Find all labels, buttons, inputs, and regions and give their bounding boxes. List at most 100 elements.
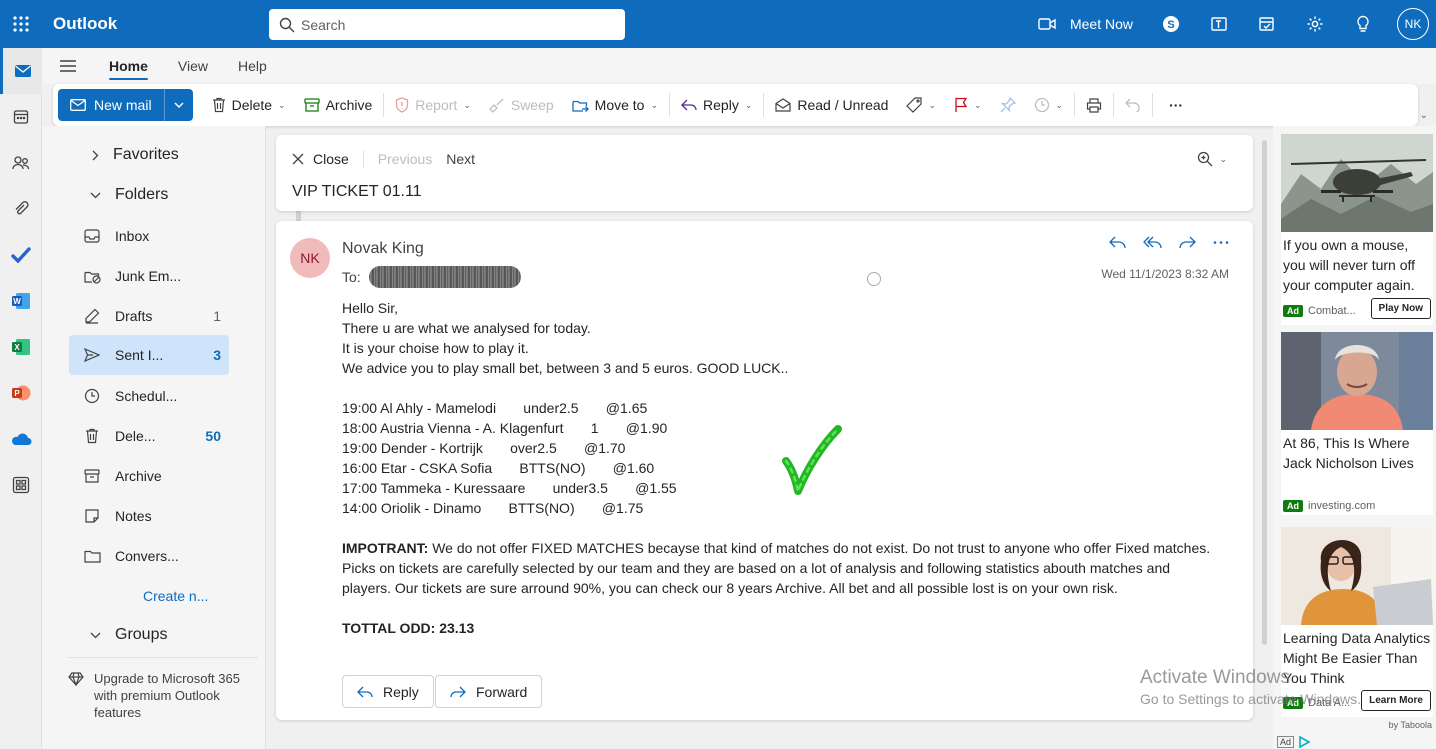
onedrive-cloud-icon[interactable] (0, 416, 42, 462)
forward-bottom-button[interactable]: Forward (435, 675, 543, 708)
reading-pane-scrollbar[interactable] (1262, 140, 1267, 645)
chevron-down-icon: ⌄ (463, 99, 471, 110)
sender-avatar[interactable]: NK (290, 238, 330, 278)
ad-card[interactable]: Learning Data Analytics Might Be Easier … (1281, 527, 1433, 717)
svg-text:P: P (14, 389, 20, 398)
divider (669, 93, 671, 117)
zoom-button[interactable]: ⌄ (1197, 151, 1227, 167)
word-icon[interactable]: W (0, 278, 42, 324)
chevron-down-icon (90, 192, 101, 198)
chevron-down-icon[interactable]: ⌄ (928, 100, 936, 111)
body-line (342, 518, 1222, 538)
user-avatar[interactable]: NK (1397, 8, 1429, 40)
expand-ribbon-chevron-icon[interactable]: ⌄ (1420, 110, 1428, 121)
move-to-button[interactable]: Move to ⌄ (563, 89, 667, 121)
people-icon[interactable] (0, 140, 42, 186)
settings-gear-icon[interactable] (1291, 0, 1339, 48)
search-icon (279, 17, 295, 32)
shield-icon (396, 97, 409, 113)
read-unread-button[interactable]: Read / Unread (766, 89, 897, 121)
search-input[interactable]: Search (301, 17, 345, 33)
tab-home[interactable]: Home (94, 48, 163, 84)
ad-choices[interactable]: Ad (1277, 736, 1311, 748)
app-launcher-icon[interactable] (0, 0, 42, 48)
categorize-button[interactable]: ⌄ (897, 89, 945, 121)
upgrade-banner[interactable]: Upgrade to Microsoft 365 with premium Ou… (68, 657, 258, 721)
folder-scheduled[interactable]: Schedul... (69, 376, 229, 416)
divider (1113, 93, 1115, 117)
skype-icon[interactable]: S (1147, 0, 1195, 48)
close-button[interactable]: Close (292, 151, 349, 167)
ad-card[interactable]: At 86, This Is Where Jack Nicholson Live… (1281, 332, 1433, 515)
ad-card[interactable]: If you own a mouse, you will never turn … (1281, 134, 1433, 325)
reply-arrow-icon (681, 99, 697, 111)
my-day-icon[interactable] (1243, 0, 1291, 48)
reply-icon[interactable] (1109, 236, 1126, 249)
undo-button[interactable] (1116, 89, 1150, 121)
mail-icon[interactable] (0, 48, 42, 94)
previous-button[interactable]: Previous (378, 151, 432, 167)
attachment-icon[interactable] (0, 186, 42, 232)
folder-deleted-items[interactable]: Dele... 50 (69, 416, 229, 456)
search-box[interactable]: Search (269, 9, 625, 40)
forward-icon[interactable] (1179, 236, 1196, 249)
groups-section[interactable]: Groups (90, 626, 167, 644)
chevron-down-icon[interactable]: ⌄ (650, 100, 658, 111)
new-mail-button[interactable]: New mail (58, 89, 165, 121)
reply-label: Reply (383, 683, 419, 700)
pin-button[interactable] (991, 89, 1025, 121)
ad-source: investing.com (1308, 500, 1376, 512)
sent-count: 3 (213, 347, 221, 363)
next-button[interactable]: Next (446, 151, 475, 167)
folder-conversation-history[interactable]: Convers... (69, 536, 229, 576)
meet-now-button[interactable]: Meet Now (1038, 16, 1133, 32)
powerpoint-icon[interactable]: P (0, 370, 42, 416)
sweep-button[interactable]: Sweep (480, 89, 563, 121)
trash-icon (212, 97, 225, 113)
ad-cta-button[interactable]: Play Now (1370, 298, 1431, 319)
app-title[interactable]: Outlook (53, 14, 117, 34)
todo-check-icon[interactable] (0, 232, 42, 278)
tips-lightbulb-icon[interactable] (1339, 0, 1387, 48)
favorites-section[interactable]: Favorites (92, 146, 179, 164)
folder-junk-email[interactable]: Junk Em... (69, 256, 229, 296)
more-options-icon[interactable] (1213, 236, 1229, 249)
print-button[interactable] (1077, 89, 1111, 121)
more-apps-icon[interactable] (0, 462, 42, 508)
delete-button[interactable]: Delete ⌄ (203, 89, 295, 121)
flag-button[interactable]: ⌄ (945, 89, 991, 121)
new-mail-dropdown-chevron-icon[interactable] (165, 89, 193, 121)
calendar-icon[interactable] (0, 94, 42, 140)
snooze-button[interactable]: ⌄ (1025, 89, 1073, 121)
folder-inbox[interactable]: Inbox (69, 216, 229, 256)
tab-view[interactable]: View (163, 48, 223, 84)
reply-all-icon[interactable] (1143, 236, 1162, 249)
sender-name[interactable]: Novak King (342, 240, 424, 258)
teams-icon[interactable] (1195, 0, 1243, 48)
archive-button[interactable]: Archive (295, 89, 382, 121)
ad-cta-button[interactable]: Learn More (1361, 690, 1431, 711)
folder-notes[interactable]: Notes (69, 496, 229, 536)
tab-help[interactable]: Help (223, 48, 282, 84)
important-paragraph: IMPOTRANT: We do not offer FIXED MATCHES… (342, 538, 1222, 598)
chevron-down-icon[interactable]: ⌄ (278, 100, 286, 111)
folder-label: Schedul... (115, 388, 178, 404)
forward-icon (450, 686, 466, 697)
chevron-down-icon[interactable]: ⌄ (745, 100, 753, 111)
hamburger-menu-icon[interactable] (42, 59, 94, 73)
folder-archive[interactable]: Archive (69, 456, 229, 496)
report-button[interactable]: Report ⌄ (386, 89, 480, 121)
printer-icon (1086, 97, 1102, 113)
important-text: We do not offer FIXED MATCHES becayse th… (342, 540, 1211, 596)
create-new-folder-link[interactable]: Create n... (143, 588, 208, 604)
more-options-button[interactable]: ··· (1155, 89, 1192, 121)
divider (1152, 93, 1154, 117)
folder-sent-items[interactable]: Sent I... 3 (69, 335, 229, 375)
reply-button[interactable]: Reply ⌄ (672, 89, 761, 121)
reply-bottom-button[interactable]: Reply (342, 675, 434, 708)
chevron-down-icon[interactable]: ⌄ (974, 100, 982, 111)
taboola-attribution[interactable]: by Taboola (1389, 720, 1432, 730)
excel-icon[interactable]: X (0, 324, 42, 370)
folders-section[interactable]: Folders (90, 186, 168, 204)
folder-drafts[interactable]: Drafts 1 (69, 296, 229, 336)
